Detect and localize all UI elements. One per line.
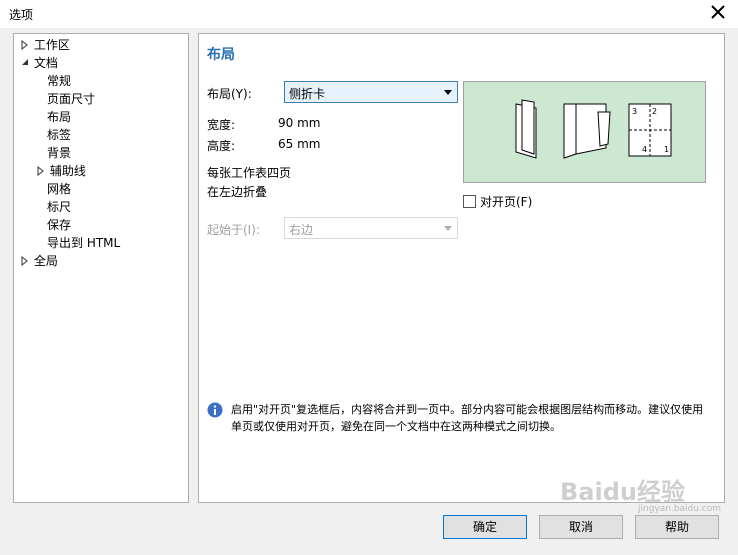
title-bar: 选项 [0,0,738,28]
folded-card-icon [515,99,537,159]
watermark-url: jingyan.baidu.com [638,504,722,514]
info-icon [207,402,223,418]
tree-item-label-page[interactable]: 标签 [47,126,71,144]
tree-item-grid[interactable]: 网格 [47,180,71,198]
tree-item-background[interactable]: 背景 [47,144,71,162]
fold-card-illustration: 3 2 4 1 [515,99,672,159]
watermark: Baidu经验 [560,478,685,506]
width-label: 宽度: [207,118,236,132]
tree-item-save[interactable]: 保存 [47,216,71,234]
tree-item-rulers[interactable]: 标尺 [47,198,71,216]
expand-arrow-icon[interactable] [36,162,46,180]
layout-label: 布局(Y): [207,87,252,101]
facing-pages-checkbox[interactable]: 对开页(F) [463,193,532,210]
category-tree[interactable]: 工作区 文档 常规 页面尺寸 布局 标签 背景 辅助线 网格 标尺 保存 导出到… [13,33,189,503]
width-value: 90 mm [278,116,321,130]
panel-heading: 布局 [207,47,235,63]
expand-arrow-icon[interactable] [20,36,30,54]
preview-page-number: 1 [664,145,669,154]
expand-arrow-icon[interactable] [20,252,30,270]
pages-per-sheet-text: 每张工作表四页 [207,166,292,180]
open-card-icon [563,103,611,159]
dropdown-arrow-icon [444,90,452,95]
height-label: 高度: [207,139,236,153]
tree-item-workspace[interactable]: 工作区 [20,36,70,54]
layout-select-value: 侧折卡 [289,87,326,101]
layout-select[interactable]: 侧折卡 [284,81,458,103]
window-title: 选项 [9,8,34,22]
height-value: 65 mm [278,137,321,151]
layout-preview: 3 2 4 1 [463,81,706,183]
ok-button[interactable]: 确定 [443,515,527,539]
dropdown-arrow-icon [444,226,452,231]
start-on-select-value: 右边 [289,223,314,237]
tree-item-label: 文档 [33,56,58,70]
tree-item-layout[interactable]: 布局 [47,108,71,126]
settings-panel: 布局 布局(Y): 侧折卡 宽度: 90 mm 高度: 65 mm 每张工作表四… [198,33,725,503]
close-icon [711,5,725,19]
start-on-label: 起始于(I): [207,223,260,237]
tree-item-export-html[interactable]: 导出到 HTML [47,234,120,252]
tree-item-general[interactable]: 常规 [47,72,71,90]
tree-item-label: 工作区 [33,38,70,52]
facing-pages-label: 对开页(F) [480,195,533,209]
tree-item-global[interactable]: 全局 [20,252,58,270]
tree-item-label: 辅助线 [49,164,86,178]
tree-item-page-size[interactable]: 页面尺寸 [47,90,95,108]
checkbox-box[interactable] [463,195,476,208]
tree-item-label: 全局 [33,254,58,268]
cancel-button[interactable]: 取消 [539,515,623,539]
fold-direction-text: 在左边折叠 [207,185,268,199]
tree-item-guidelines[interactable]: 辅助线 [36,162,86,180]
collapse-arrow-icon[interactable] [20,54,30,72]
preview-page-number: 2 [652,107,657,116]
info-message: 启用"对开页"复选框后，内容将合并到一页中。部分内容可能会根据图层结构而移动。建… [231,403,704,433]
preview-page-number: 3 [632,107,637,116]
sheet-layout-icon: 3 2 4 1 [628,103,672,157]
start-on-select: 右边 [284,217,458,239]
close-button[interactable] [706,0,730,24]
tree-item-document[interactable]: 文档 [20,54,58,72]
preview-page-number: 4 [642,145,647,154]
help-button[interactable]: 帮助 [635,515,719,539]
